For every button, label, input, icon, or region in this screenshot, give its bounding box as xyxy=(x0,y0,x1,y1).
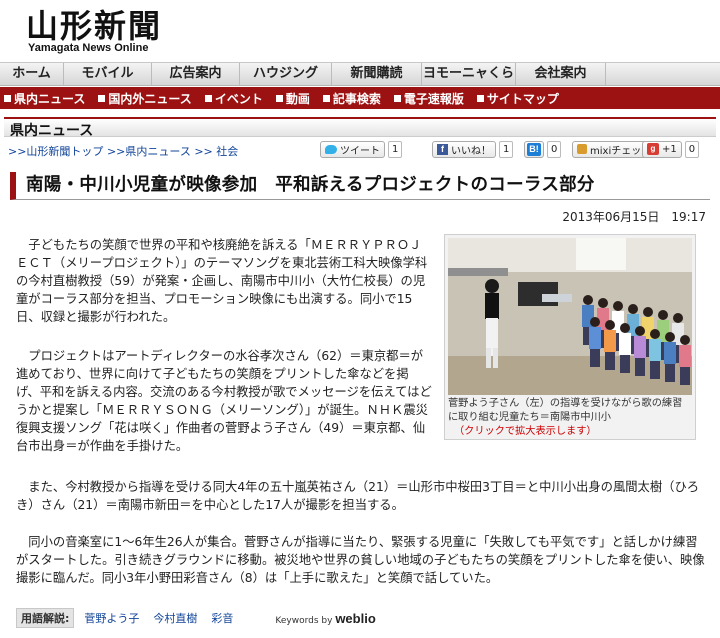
subnav-video[interactable]: 動画 xyxy=(275,90,310,107)
photo-illustration xyxy=(448,238,692,395)
section-title: 県内ニュース xyxy=(10,123,94,139)
caption-text: 菅野よう子さん（左）の指導を受けながら歌の練習に取り組む児童たち＝南陽市中川小 xyxy=(448,398,683,423)
facebook-like-widget: f いいね！ 1 xyxy=(432,140,514,158)
breadcrumb: >>山形新聞トップ >>県内ニュース >> 社会 xyxy=(8,143,238,159)
site-logo[interactable]: 山形新聞 Yamagata News Online xyxy=(26,9,162,54)
subnav-article-search[interactable]: 記事検索 xyxy=(322,90,381,107)
weblio-logo: weblio xyxy=(335,610,376,626)
logo-text: 山形新聞 xyxy=(26,7,163,45)
like-count: 1 xyxy=(499,140,514,158)
subnav-label: サイトマップ xyxy=(486,91,559,106)
section-header: 県内ニュース xyxy=(4,117,716,139)
square-bullet-icon xyxy=(98,94,106,102)
square-bullet-icon xyxy=(4,94,11,102)
gplus-label: +1 xyxy=(662,143,677,155)
twitter-bird-icon xyxy=(325,144,337,154)
gplus-count: 0 xyxy=(684,140,700,158)
tweet-button[interactable]: ツイート xyxy=(320,140,385,158)
article-photo-box: 菅野よう子さん（左）の指導を受けながら歌の練習に取り組む児童たち＝南陽市中川小 … xyxy=(444,234,696,440)
nav-ads[interactable]: 広告案内 xyxy=(152,63,240,85)
tweet-widget: ツイート 1 xyxy=(320,140,403,158)
nav-mobile[interactable]: モバイル xyxy=(64,63,152,85)
subnav-local-news[interactable]: 県内ニュース xyxy=(4,90,85,107)
article-headline: 南陽・中川小児童が映像参加 平和訴えるプロジェクトのコーラス部分 xyxy=(10,172,710,200)
google-plus-icon: g xyxy=(647,143,659,155)
subnav-e-edition[interactable]: 電子速報版 xyxy=(393,90,464,107)
nav-company[interactable]: 会社案内 xyxy=(516,63,606,85)
keyword-bar: 用語解説: 菅野よう子 今村直樹 彩音 Keywords by weblio xyxy=(16,608,376,628)
square-bullet-icon xyxy=(476,94,484,102)
logo-subtitle: Yamagata News Online xyxy=(28,42,149,54)
google-plus-widget: g +1 0 xyxy=(642,140,700,158)
facebook-icon: f xyxy=(437,143,448,155)
site-header: 山形新聞 Yamagata News Online xyxy=(0,0,720,60)
weblio-by: Keywords by xyxy=(275,615,333,626)
hatena-bookmark-widget: B! 0 xyxy=(524,140,562,158)
subnav-events[interactable]: イベント xyxy=(204,90,263,107)
hatena-bookmark-icon: B! xyxy=(527,142,541,156)
tweet-label: ツイート xyxy=(340,145,380,157)
enlarge-photo-link[interactable]: （クリックで拡大表示します） xyxy=(454,426,597,437)
keyword-link[interactable]: 今村直樹 xyxy=(153,610,197,626)
tweet-count: 1 xyxy=(388,140,403,158)
keyword-link[interactable]: 彩音 xyxy=(211,610,233,626)
nav-home[interactable]: ホーム xyxy=(0,63,64,85)
breadcrumb-top[interactable]: >>山形新聞トップ xyxy=(8,145,103,158)
article-date: 2013年06月15日 19:17 xyxy=(562,210,706,224)
subnav-label: 動画 xyxy=(285,91,310,106)
square-bullet-icon xyxy=(204,94,212,102)
headline-text: 南陽・中川小児童が映像参加 平和訴えるプロジェクトのコーラス部分 xyxy=(26,175,595,195)
square-bullet-icon xyxy=(393,94,401,102)
article-paragraph: プロジェクトはアートディレクターの水谷孝次さん（62）＝東京都＝が進めており、世… xyxy=(16,349,432,453)
subnav-label: イベント xyxy=(214,91,263,106)
nav-housing[interactable]: ハウジング xyxy=(240,63,332,85)
article-photo[interactable] xyxy=(448,238,692,395)
nav-yomonya-club[interactable]: ヨモーニャくらぶ xyxy=(422,63,516,103)
subnav-label: 記事検索 xyxy=(332,91,381,106)
nav-subscribe[interactable]: 新聞購読 xyxy=(332,63,422,85)
subnav-sitemap[interactable]: サイトマップ xyxy=(476,90,559,107)
hatena-count: 0 xyxy=(547,140,562,158)
sub-nav: 県内ニュース 国内外ニュース イベント 動画 記事検索 電子速報版 サイトマップ xyxy=(0,87,720,109)
like-label: いいね！ xyxy=(451,145,491,157)
article-paragraph: また、今村教授から指導を受ける同大4年の五十嵐英祐さん（21）＝山形市中桜田3丁… xyxy=(16,480,700,512)
subnav-label: 県内ニュース xyxy=(14,91,86,106)
keywords-label: 用語解説: xyxy=(16,608,75,628)
google-plus-button[interactable]: g +1 xyxy=(642,140,682,158)
weblio-credit[interactable]: Keywords by weblio xyxy=(275,611,375,626)
article-paragraph: 子どもたちの笑顔で世界の平和や核廃絶を訴える「ＭＥＲＲＹＰＲＯＪＥＣＴ（メリープ… xyxy=(16,238,428,324)
square-bullet-icon xyxy=(322,94,330,102)
photo-caption: 菅野よう子さん（左）の指導を受けながら歌の練習に取り組む児童たち＝南陽市中川小 … xyxy=(448,397,692,439)
facebook-like-button[interactable]: f いいね！ xyxy=(432,140,496,158)
square-bullet-icon xyxy=(275,94,283,102)
article-paragraph: 同小の音楽室に1～6年生26人が集合。菅野さんが指導に当たり、緊張する児童に「失… xyxy=(16,535,705,585)
keyword-link[interactable]: 菅野よう子 xyxy=(84,610,139,626)
subnav-world-news[interactable]: 国内外ニュース xyxy=(98,90,192,107)
subnav-label: 国内外ニュース xyxy=(108,91,192,106)
breadcrumb-society[interactable]: >> 社会 xyxy=(194,145,238,158)
main-nav: ホーム モバイル 広告案内 ハウジング 新聞購読 ヨモーニャくらぶ 会社案内 xyxy=(0,62,720,103)
mixi-icon xyxy=(577,144,587,154)
hatena-bookmark-button[interactable]: B! xyxy=(524,140,544,158)
subnav-label: 電子速報版 xyxy=(403,91,464,106)
breadcrumb-local-news[interactable]: >>県内ニュース xyxy=(107,145,191,158)
